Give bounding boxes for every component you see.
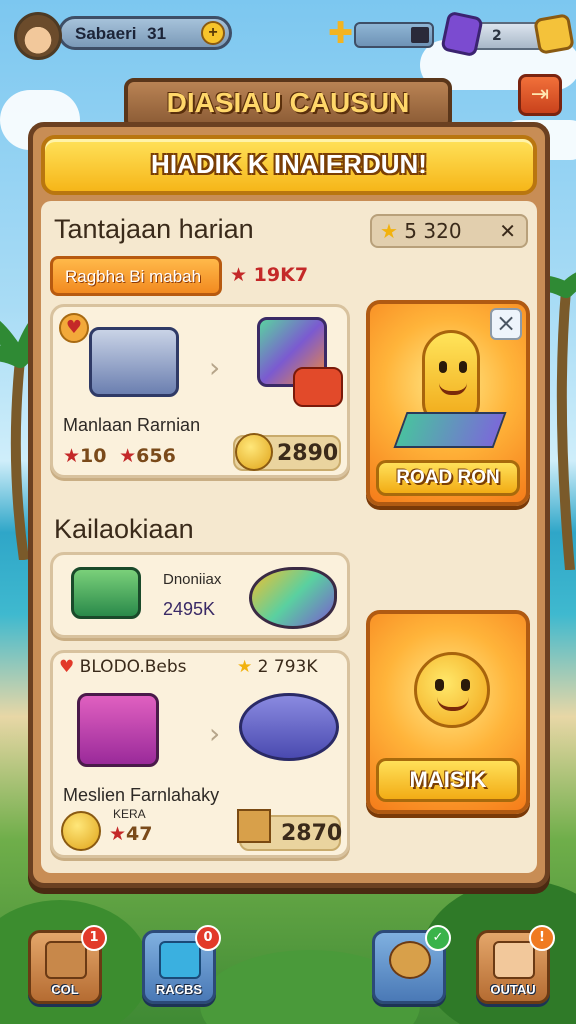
gold-block-icon [533,13,575,55]
collection-card-title: Dnoniiax [163,571,222,588]
notification-badge: 1 [81,925,107,951]
horn-icon [249,567,337,629]
cost-value: 47 [126,823,153,845]
coin-icon [235,433,273,471]
card-stars: ★ 2 793K [237,657,317,677]
nav-label: RACBS [155,982,203,997]
energy-bar [354,22,434,48]
daily-section-title: Tantajaan harian [54,214,254,244]
energy-resource[interactable]: ✚ [328,16,434,51]
close-icon[interactable]: × [490,308,522,340]
rare-chest-card[interactable]: ♥ BLODO.Bebs ★ 2 793K › Meslien Farnlaha… [50,650,350,858]
arrow-right-icon: › [209,351,221,384]
collection-section-title: Kailaokiaan [54,514,194,544]
star-icon: ★ [237,657,253,677]
nav-map-button[interactable]: ✓ [372,925,451,1004]
star-icon: ★ [119,445,137,467]
character-icon [493,941,535,979]
player-avatar[interactable] [14,12,62,60]
gem-resource[interactable]: 2 [440,10,575,58]
silver-chest-icon [89,327,179,397]
star-icon: ★ [109,823,127,845]
collection-card[interactable]: Dnoniiax 2495K [50,552,350,638]
star-icon: ★ [230,264,254,286]
card-title: Meslien Farnlahaky [63,785,220,805]
star-icon: ★ [63,445,81,467]
gear-coin-icon [61,811,101,851]
notification-badge: ✓ [425,925,451,951]
gem-icon [440,10,484,58]
nav-label: OUTAU [490,982,536,997]
reward-value: 2870 [281,821,343,846]
player-name: Sabaeri [75,24,137,43]
sun-mascot-icon [414,652,490,728]
notification-badge: 0 [195,925,221,951]
heart-icon: ♥ [59,313,89,343]
star-icon: ★ [380,219,398,243]
close-icon[interactable]: ✕ [499,219,516,243]
cards-icon [159,941,201,979]
event-subtitle: HIADIK K INAIERDUN! [151,149,427,179]
energy-fill [411,27,429,43]
sun-event-button[interactable]: MAISIK [376,758,520,802]
card-badge: ♥ BLODO.Bebs [59,657,187,677]
event-title: DIASIAU CAUSUN [166,87,410,118]
star-counter: ★ 5 320 ✕ [370,214,528,248]
player-level: 31 [147,24,167,43]
daily-tab-value-wrap: ★ 19K7 [230,264,308,286]
badge-text: BLODO.Bebs [79,657,187,677]
platform-icon [393,412,507,448]
card-cost: ★47 [109,823,153,845]
green-device-icon [71,567,141,619]
road-run-button[interactable]: ROAD RON [376,460,520,496]
card-title: Manlaan Rarnian [63,415,201,435]
gift-icon [293,367,343,407]
notification-badge: ! [529,925,555,951]
star-count: 5 320 [404,219,462,243]
map-icon [389,941,431,979]
nav-character-button[interactable]: ! OUTAU [476,925,555,1004]
collection-card-value: 2495K [163,599,216,619]
daily-task-card[interactable]: ♥ › Manlaan Rarnian ★10 ★656 2890 [50,304,350,478]
add-icon[interactable]: + [201,21,225,45]
card-cost: ★10 ★656 [63,445,176,467]
nav-chest-button[interactable]: 1 COL [28,925,107,1004]
purple-chest-icon [77,693,159,767]
exit-button[interactable]: ⇥ [518,74,562,116]
nav-cards-button[interactable]: 0 RACBS [142,925,221,1004]
daily-tab-value: 19K7 [253,264,309,286]
top-bar: Sabaeri 31 + ✚ 2 [10,10,575,60]
reward-value: 2890 [277,441,339,466]
gift-icon [237,809,271,843]
arrow-right-icon: › [209,717,221,750]
card-stars-value: 2 793K [257,657,318,677]
heart-icon: ♥ [59,657,75,677]
cost-b: 656 [136,445,176,467]
nav-label: COL [51,982,79,997]
daily-tab-button[interactable]: Ragbha Bi mabah [50,256,222,296]
card-subtitle: KERA [113,807,146,821]
player-name-bar[interactable]: Sabaeri 31 + [58,16,232,50]
feature-card-sun[interactable]: MAISIK [366,610,530,814]
feature-card-road[interactable]: × ROAD RON [366,300,530,506]
event-subtitle-banner: HIADIK K INAIERDUN! [41,135,537,195]
chest-key-icon [45,941,87,979]
treasure-pile-icon [239,693,339,761]
cost-a: 10 [80,445,107,467]
bone-icon: ✚ [328,16,354,51]
